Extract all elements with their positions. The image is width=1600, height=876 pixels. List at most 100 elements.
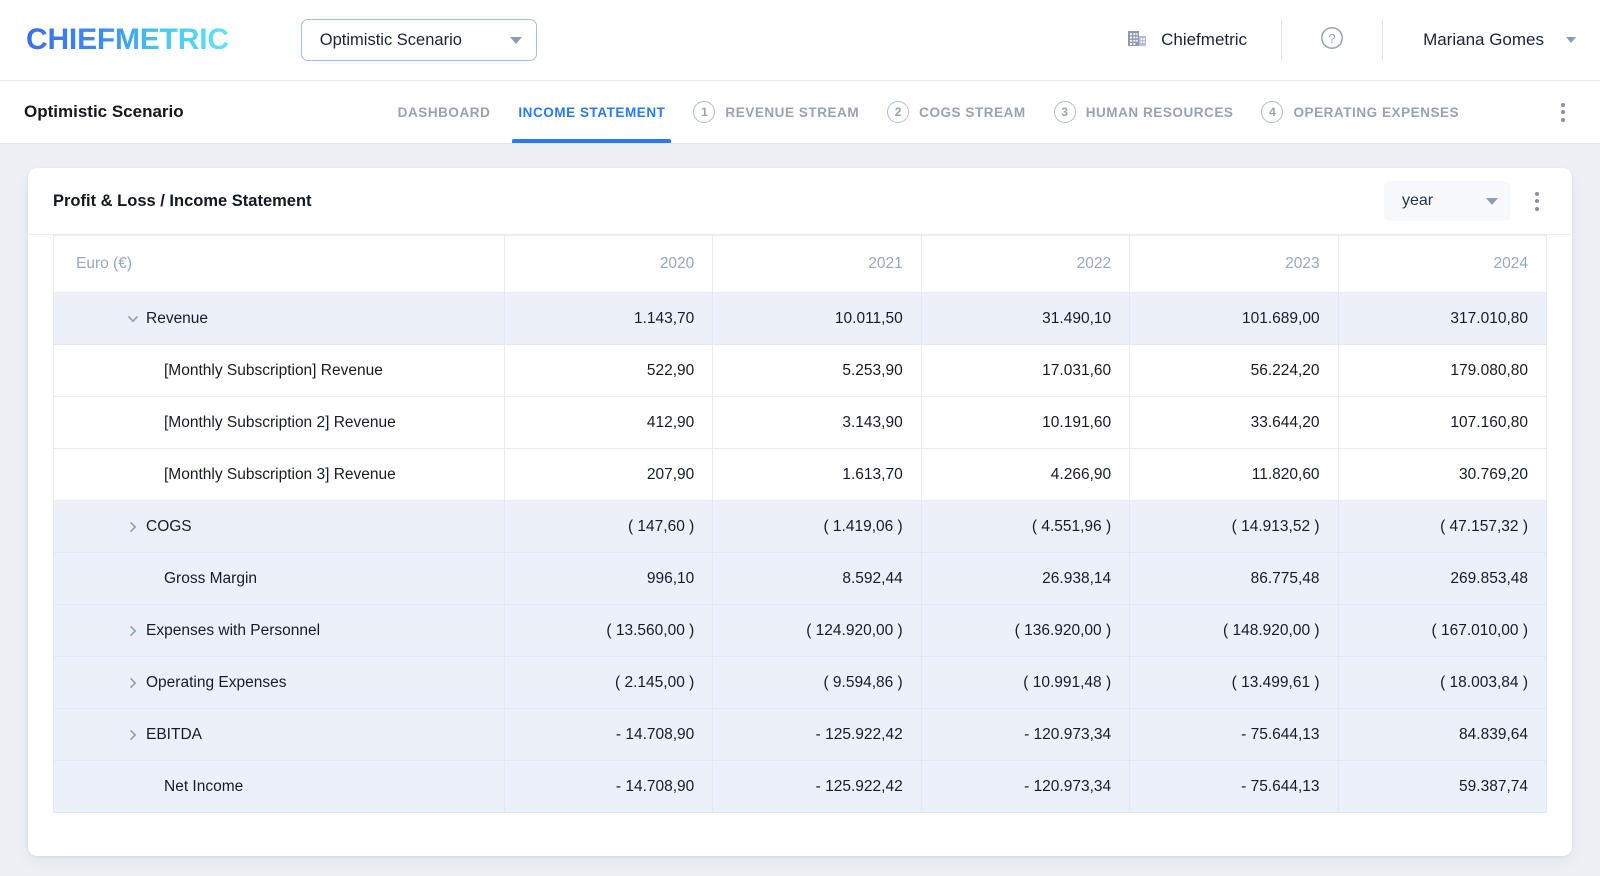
row-label-wrapper: Gross Margin: [72, 570, 486, 588]
tab-list: DASHBOARD INCOME STATEMENT 1 REVENUE STREAM…: [384, 81, 1473, 143]
table-row[interactable]: Operating Expenses ( 2.145,00 )( 9.594,86…: [53, 656, 1548, 709]
cell-2022[interactable]: 17.031,60: [920, 344, 1131, 397]
cell-2024[interactable]: ( 18.003,84 ): [1337, 656, 1548, 709]
cell-2020[interactable]: 1.143,70: [503, 292, 714, 345]
cell-2023[interactable]: 101.689,00: [1129, 292, 1339, 345]
cell-2023[interactable]: ( 14.913,52 ): [1129, 500, 1339, 553]
cell-2023[interactable]: - 75.644,13: [1129, 760, 1339, 813]
row-label-wrapper: [Monthly Subscription] Revenue: [72, 362, 486, 380]
chevron-right-icon[interactable]: [120, 728, 146, 742]
chevron-right-icon[interactable]: [120, 676, 146, 690]
kebab-dot: [1561, 117, 1565, 122]
cell-2021[interactable]: 8.592,44: [712, 552, 922, 605]
scenario-selector[interactable]: Optimistic Scenario: [300, 19, 537, 61]
table-row[interactable]: EBITDA - 14.708,90- 125.922,42- 120.973,3…: [53, 708, 1548, 761]
user-menu[interactable]: Mariana Gomes: [1383, 30, 1576, 50]
cell-2020[interactable]: ( 147,60 ): [503, 500, 714, 553]
cell-2020[interactable]: 996,10: [503, 552, 714, 605]
table-row[interactable]: Net Income - 14.708,90- 125.922,42- 120.9…: [53, 760, 1548, 813]
tab-income-statement[interactable]: INCOME STATEMENT: [504, 81, 679, 143]
cell-2023[interactable]: ( 148.920,00 ): [1129, 604, 1339, 657]
cell-2021[interactable]: 1.613,70: [712, 448, 922, 501]
table-row[interactable]: Expenses with Personnel ( 13.560,00 )( 12…: [53, 604, 1548, 657]
chevron-down-icon[interactable]: [120, 312, 146, 326]
cell-2022[interactable]: - 120.973,34: [920, 760, 1131, 813]
cell-2021[interactable]: 10.011,50: [712, 292, 922, 345]
cell-2024[interactable]: 317.010,80: [1337, 292, 1548, 345]
cell-2021[interactable]: ( 124.920,00 ): [712, 604, 922, 657]
nav-overflow-button[interactable]: [1552, 95, 1576, 129]
tab-cogs-stream[interactable]: 2 COGS STREAM: [873, 81, 1040, 143]
cell-2020[interactable]: ( 2.145,00 ): [503, 656, 714, 709]
period-selector[interactable]: year: [1384, 181, 1510, 221]
cell-2024[interactable]: ( 47.157,32 ): [1337, 500, 1548, 553]
column-header-2022: 2022: [920, 235, 1131, 293]
cell-2021[interactable]: - 125.922,42: [712, 760, 922, 813]
tab-operating-expenses[interactable]: 4 OPERATING EXPENSES: [1247, 81, 1473, 143]
tab-step-badge: 1: [693, 101, 716, 123]
company-switcher[interactable]: Chiefmetric: [1126, 27, 1281, 54]
cell-2022[interactable]: ( 4.551,96 ): [920, 500, 1131, 553]
cell-2024[interactable]: 107.160,80: [1337, 396, 1548, 449]
cell-2021[interactable]: ( 1.419,06 ): [712, 500, 922, 553]
cell-2021[interactable]: - 125.922,42: [712, 708, 922, 761]
cell-2022[interactable]: ( 136.920,00 ): [920, 604, 1131, 657]
cell-2022[interactable]: - 120.973,34: [920, 708, 1131, 761]
row-label: Gross Margin: [164, 569, 258, 587]
cell-2023[interactable]: 11.820,60: [1129, 448, 1339, 501]
cell-2022[interactable]: 10.191,60: [920, 396, 1131, 449]
table-row[interactable]: [Monthly Subscription] Revenue 522,90 5.25…: [53, 344, 1548, 397]
tab-human-resources[interactable]: 3 HUMAN RESOURCES: [1040, 81, 1248, 143]
cell-2020[interactable]: - 14.708,90: [503, 760, 714, 813]
cell-2024[interactable]: 179.080,80: [1337, 344, 1548, 397]
cell-2024[interactable]: 59.387,74: [1337, 760, 1548, 813]
column-header-2023: 2023: [1129, 235, 1339, 293]
table-row[interactable]: [Monthly Subscription 2] Revenue 412,90 3.…: [53, 396, 1548, 449]
page-content: Profit & Loss / Income Statement year Eu…: [0, 144, 1600, 876]
cell-2023[interactable]: ( 13.499,61 ): [1129, 656, 1339, 709]
row-label-wrapper: EBITDA: [72, 726, 486, 744]
cell-2020[interactable]: 412,90: [503, 396, 714, 449]
cell-2022[interactable]: ( 10.991,48 ): [920, 656, 1131, 709]
scenario-selector-label: Optimistic Scenario: [319, 30, 462, 49]
cell-2024[interactable]: 30.769,20: [1337, 448, 1548, 501]
tab-step-badge: 2: [887, 101, 910, 123]
cell-2024[interactable]: 84.839,64: [1337, 708, 1548, 761]
cell-2020[interactable]: 522,90: [503, 344, 714, 397]
cell-2022[interactable]: 26.938,14: [920, 552, 1131, 605]
income-statement-card: Profit & Loss / Income Statement year Eu…: [28, 168, 1572, 856]
row-label-wrapper: Operating Expenses: [72, 674, 486, 692]
cell-2023[interactable]: 86.775,48: [1129, 552, 1339, 605]
cell-2020[interactable]: - 14.708,90: [503, 708, 714, 761]
row-label-cell: EBITDA: [53, 708, 505, 761]
cell-2023[interactable]: - 75.644,13: [1129, 708, 1339, 761]
help-button[interactable]: ?: [1282, 24, 1382, 57]
table-row[interactable]: Revenue 1.143,70 10.011,50 31.490,10 101.689…: [53, 292, 1548, 345]
cell-2020[interactable]: 207,90: [503, 448, 714, 501]
cell-2023[interactable]: 33.644,20: [1129, 396, 1339, 449]
top-bar: CHIEFMETRIC Optimistic Scenario Chiefmet…: [0, 0, 1600, 81]
card-header: Profit & Loss / Income Statement year: [28, 168, 1572, 235]
cell-2022[interactable]: 4.266,90: [920, 448, 1131, 501]
cell-2020[interactable]: ( 13.560,00 ): [503, 604, 714, 657]
cell-2022[interactable]: 31.490,10: [920, 292, 1131, 345]
cell-2024[interactable]: ( 167.010,00 ): [1337, 604, 1548, 657]
table-row[interactable]: Gross Margin 996,10 8.592,44 26.938,14 86.77…: [53, 552, 1548, 605]
table-row[interactable]: [Monthly Subscription 3] Revenue 207,90 1.…: [53, 448, 1548, 501]
cell-2023[interactable]: 56.224,20: [1129, 344, 1339, 397]
building-icon: [1126, 27, 1148, 54]
cell-2021[interactable]: 5.253,90: [712, 344, 922, 397]
chevron-right-icon[interactable]: [120, 624, 146, 638]
row-label-cell: Gross Margin: [53, 552, 505, 605]
tab-label: OPERATING EXPENSES: [1293, 104, 1460, 120]
cell-2021[interactable]: 3.143,90: [712, 396, 922, 449]
table-row[interactable]: COGS( 147,60 )( 1.419,06 )( 4.551,96 )( …: [53, 500, 1548, 553]
row-label: Expenses with Personnel: [146, 621, 321, 639]
cell-2021[interactable]: ( 9.594,86 ): [712, 656, 922, 709]
row-label-cell: [Monthly Subscription 3] Revenue: [53, 448, 505, 501]
cell-2024[interactable]: 269.853,48: [1337, 552, 1548, 605]
tab-revenue-stream[interactable]: 1 REVENUE STREAM: [679, 81, 873, 143]
card-overflow-button[interactable]: [1526, 184, 1550, 218]
tab-dashboard[interactable]: DASHBOARD: [384, 81, 505, 143]
chevron-right-icon[interactable]: [120, 520, 146, 534]
